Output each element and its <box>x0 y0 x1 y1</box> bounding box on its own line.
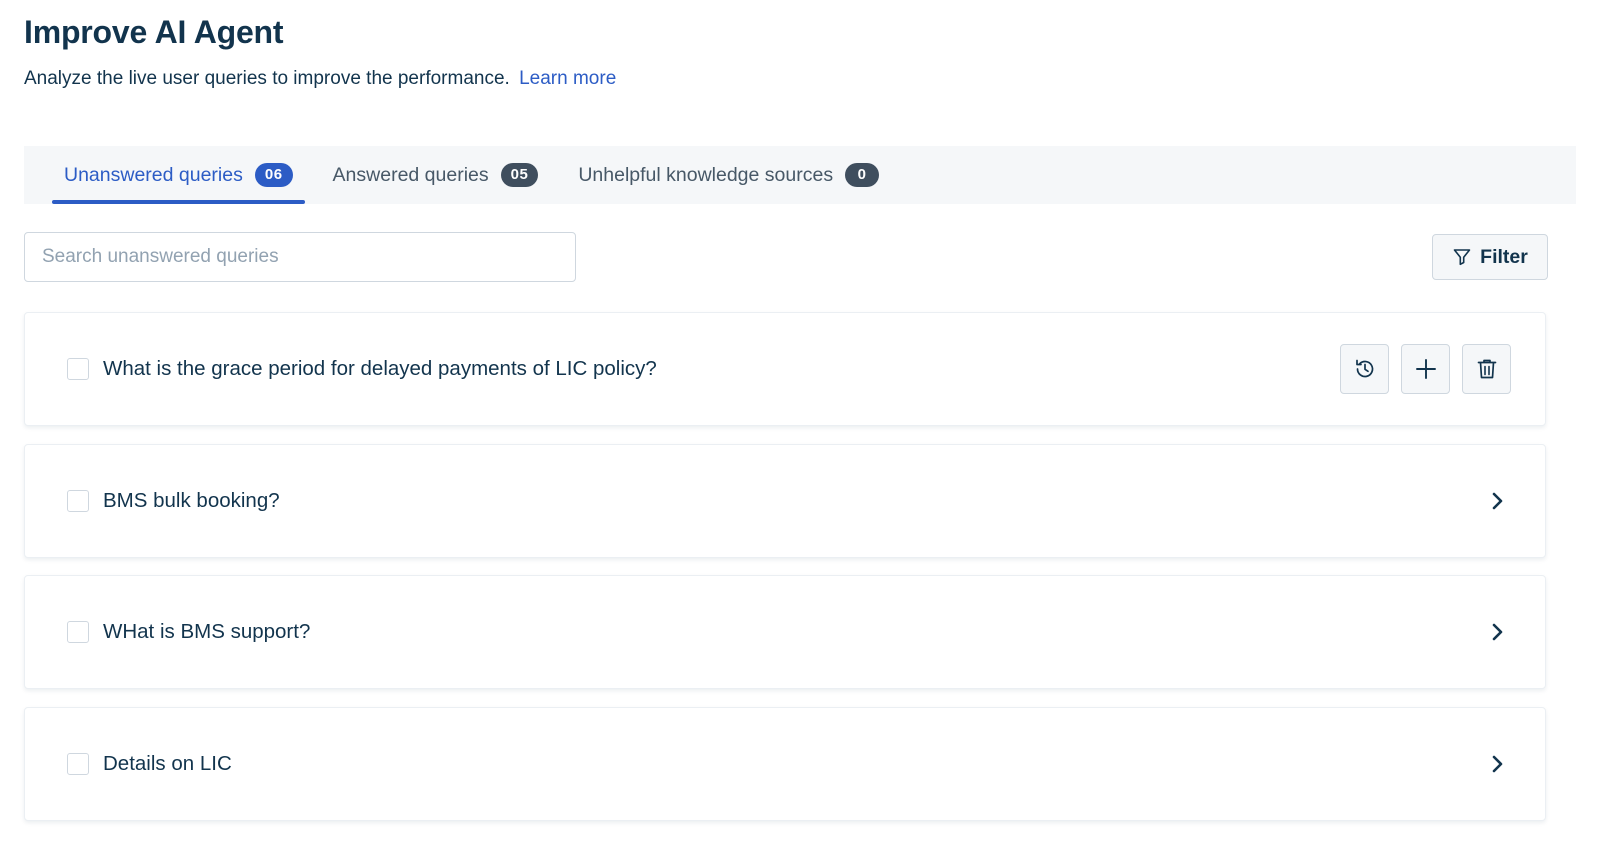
tab-unhelpful-knowledge-sources[interactable]: Unhelpful knowledge sources 0 <box>566 146 891 204</box>
row-checkbox[interactable] <box>67 621 89 643</box>
query-row[interactable]: Details on LIC <box>24 707 1546 821</box>
filter-icon <box>1453 249 1471 266</box>
filter-label: Filter <box>1480 245 1528 268</box>
tab-label: Answered queries <box>332 163 489 186</box>
history-icon <box>1355 359 1373 378</box>
count-badge: 06 <box>254 163 293 187</box>
delete-button[interactable] <box>1462 344 1511 394</box>
row-checkbox[interactable] <box>67 490 89 512</box>
row-checkbox[interactable] <box>67 753 89 775</box>
row-checkbox[interactable] <box>67 358 89 380</box>
plus-icon <box>1415 359 1436 379</box>
history-button[interactable] <box>1340 344 1389 394</box>
row-actions <box>1340 344 1511 394</box>
description-text: Analyze the live user queries to improve… <box>24 68 510 89</box>
query-text: What is the grace period for delayed pay… <box>103 357 657 380</box>
chevron-right-icon[interactable] <box>1485 620 1509 644</box>
search-input[interactable] <box>24 232 576 282</box>
count-badge: 05 <box>500 163 539 187</box>
improve-ai-agent-page: Improve AI Agent Analyze the live user q… <box>0 0 1600 848</box>
query-row[interactable]: BMS bulk booking? <box>24 444 1546 558</box>
add-button[interactable] <box>1401 344 1450 394</box>
query-row[interactable]: What is the grace period for delayed pay… <box>24 312 1546 426</box>
trash-icon <box>1477 359 1496 379</box>
query-row[interactable]: WHat is BMS support? <box>24 575 1546 689</box>
tab-label: Unhelpful knowledge sources <box>578 163 834 186</box>
tab-bar: Unanswered queries 06 Answered queries 0… <box>24 146 1576 204</box>
chevron-right-icon[interactable] <box>1485 489 1509 513</box>
learn-more-link[interactable]: Learn more <box>519 68 616 89</box>
page-title: Improve AI Agent <box>24 14 284 50</box>
query-text: Details on LIC <box>103 752 232 775</box>
tab-unanswered-queries[interactable]: Unanswered queries 06 <box>52 146 305 204</box>
count-badge: 0 <box>845 163 880 187</box>
chevron-right-icon[interactable] <box>1485 752 1509 776</box>
tab-answered-queries[interactable]: Answered queries 05 <box>321 146 551 204</box>
page-description: Analyze the live user queries to improve… <box>24 68 616 90</box>
query-text: BMS bulk booking? <box>103 489 280 512</box>
query-text: WHat is BMS support? <box>103 620 311 643</box>
tab-label: Unanswered queries <box>64 163 243 186</box>
filter-button[interactable]: Filter <box>1432 234 1548 280</box>
